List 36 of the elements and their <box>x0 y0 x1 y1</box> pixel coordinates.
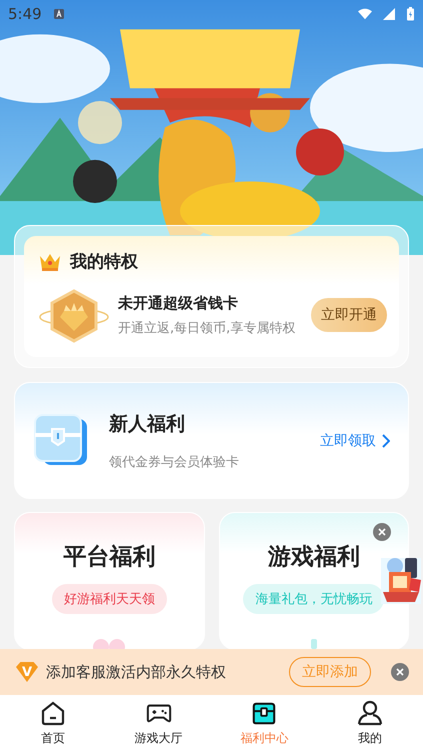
chevron-right-icon <box>382 434 390 448</box>
status-time: 5:49 <box>8 5 42 23</box>
newbie-card[interactable]: 新人福利 领代金券与会员体验卡 立即领取 <box>14 382 409 499</box>
gem-badge-icon <box>38 287 110 343</box>
welfare-title: 平台福利 <box>63 543 156 572</box>
card-description: 开通立返,每日领币,享专属特权 <box>118 320 296 336</box>
close-icon <box>395 667 405 677</box>
welfare-title: 游戏福利 <box>268 543 360 572</box>
v-badge-icon: V <box>16 662 38 682</box>
wifi-icon <box>358 8 372 20</box>
privilege-title: 我的特权 <box>70 251 138 273</box>
nav-tab[interactable]: 游戏大厅 <box>106 695 212 752</box>
welfare-tag: 好游福利天天领 <box>52 584 167 614</box>
newbie-description: 领代金券与会员体验卡 <box>109 454 240 470</box>
notification-icon <box>52 8 66 20</box>
welfare-card[interactable]: 游戏福利 海量礼包，无忧畅玩 <box>218 512 409 650</box>
activate-button[interactable]: 立即开通 <box>311 298 387 332</box>
chest-icon <box>251 700 278 726</box>
signal-icon <box>382 8 396 20</box>
card-title: 未开通超级省钱卡 <box>118 294 239 312</box>
welfare-card[interactable]: 平台福利 好游福利天天领 <box>14 512 204 650</box>
close-button[interactable] <box>391 663 409 681</box>
person-icon <box>357 700 384 726</box>
home-icon <box>40 700 66 726</box>
close-button[interactable] <box>373 523 391 541</box>
newbie-title: 新人福利 <box>109 412 186 436</box>
welfare-tag: 海量礼包，无忧畅玩 <box>243 584 384 614</box>
nav-tab[interactable]: 我的 <box>317 695 423 752</box>
nav-tab[interactable]: 首页 <box>0 695 106 752</box>
notice-text: 添加客服激活内部永久特权 <box>46 662 227 682</box>
claim-link[interactable]: 立即领取 <box>320 432 376 450</box>
crown-icon <box>38 252 62 272</box>
hearts-icon <box>93 639 126 649</box>
bar-icon <box>310 639 317 649</box>
battery-icon <box>406 7 415 21</box>
close-icon <box>377 527 387 537</box>
